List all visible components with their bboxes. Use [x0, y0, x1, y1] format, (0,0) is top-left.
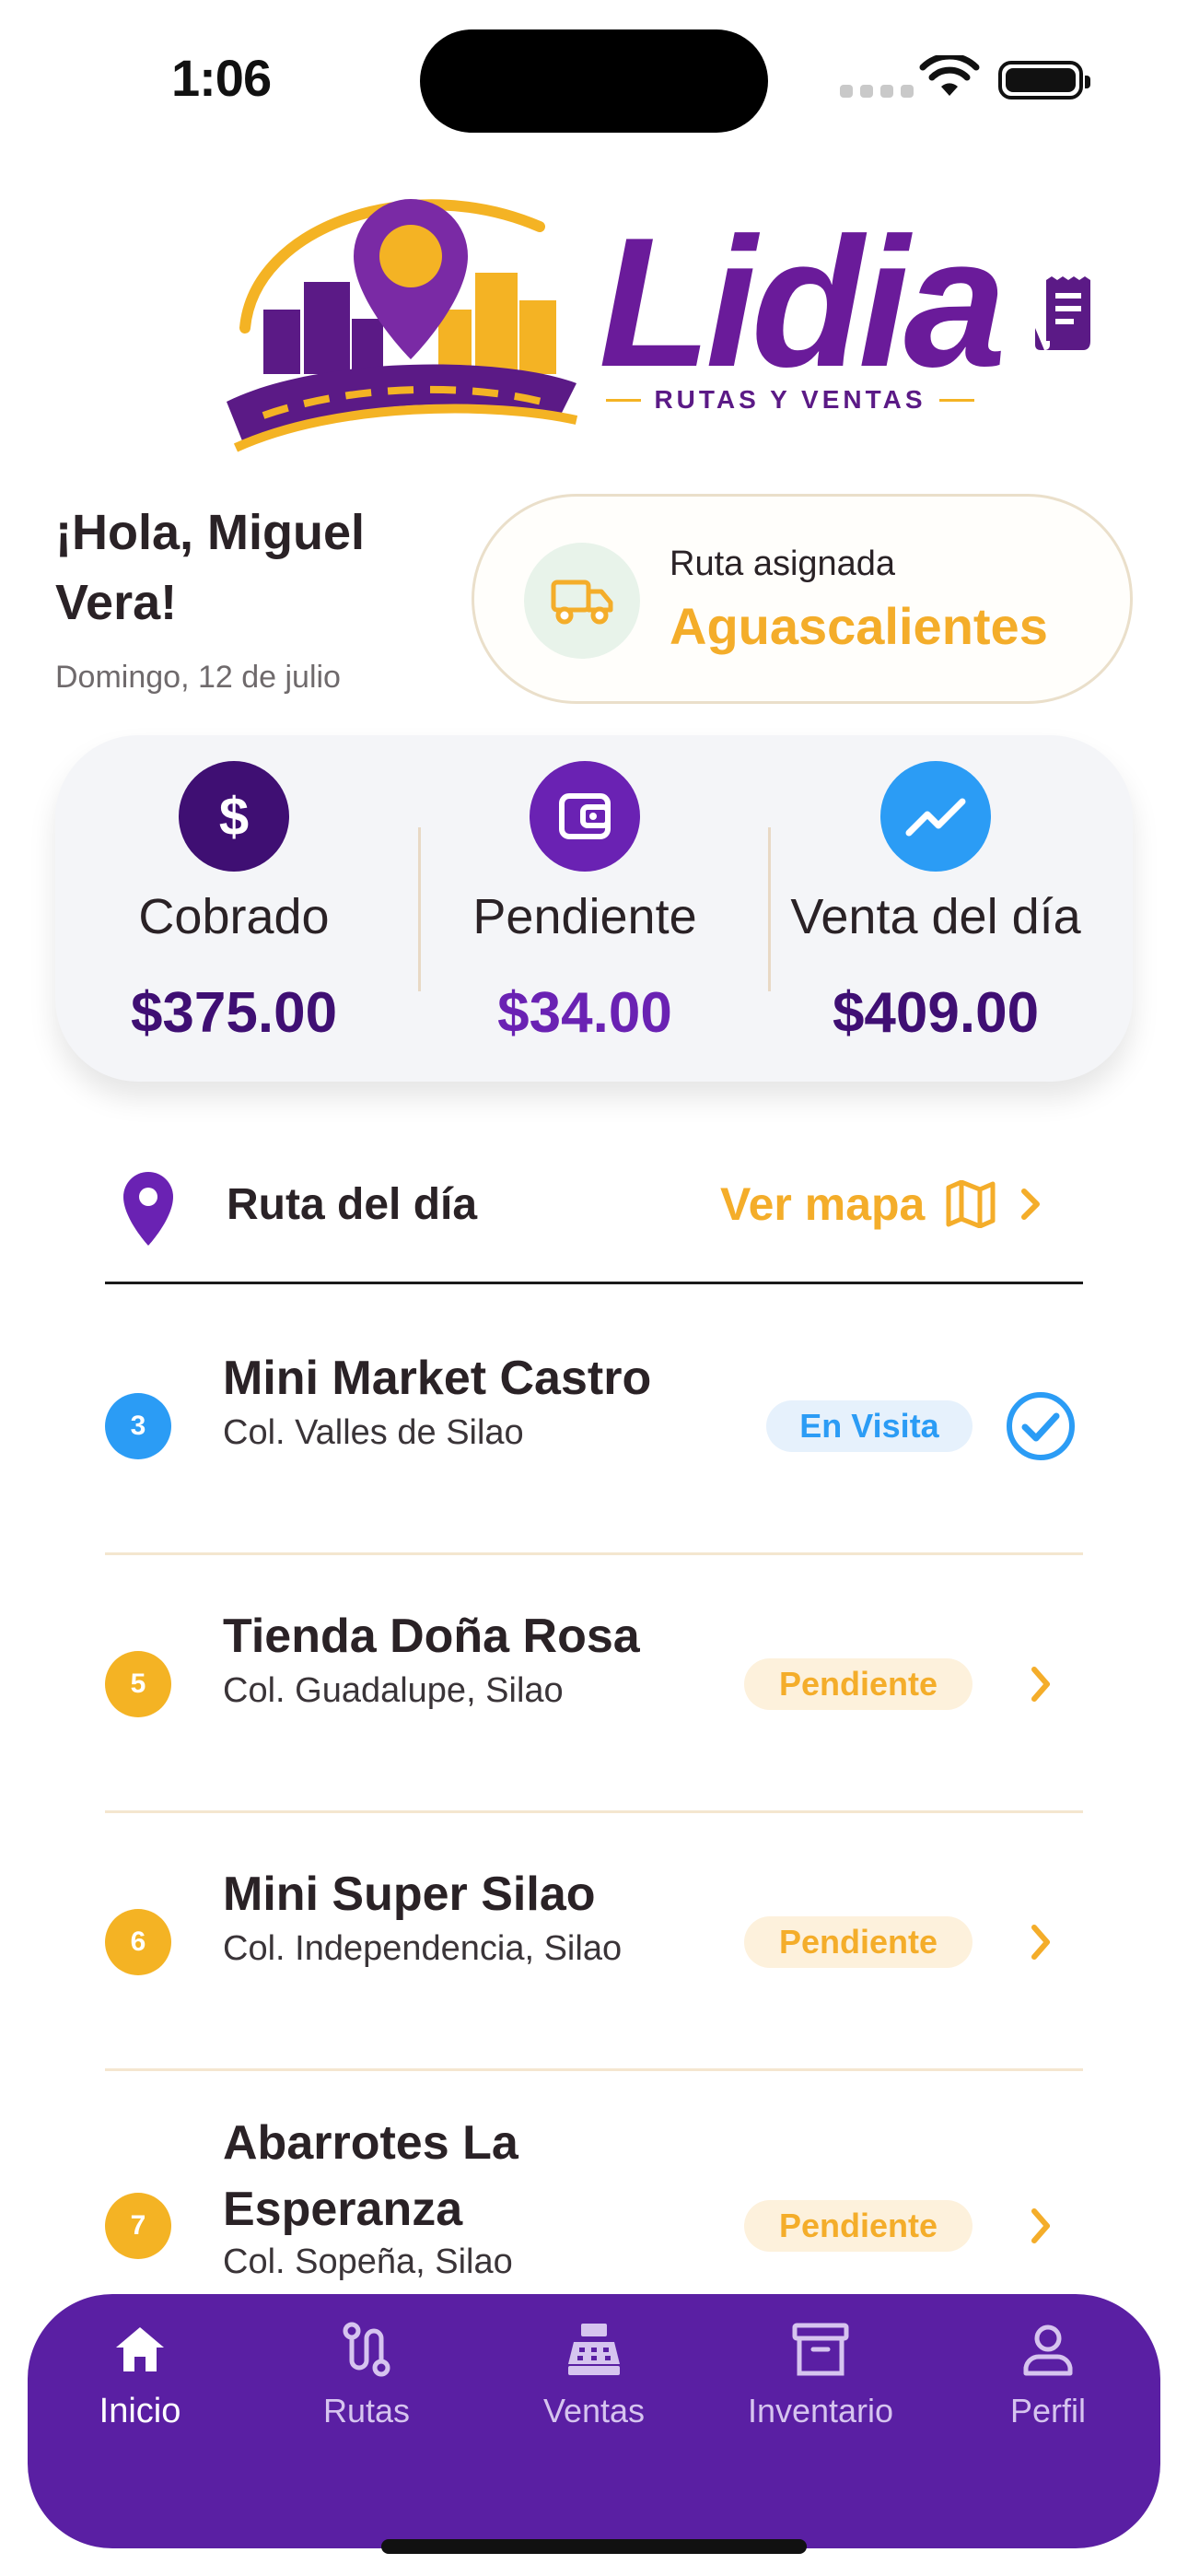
logo-wordmark: Lidia: [599, 200, 1007, 405]
logo-subtitle: RUTAS Y VENTAS: [654, 385, 926, 414]
route-truck-badge: [524, 543, 640, 659]
city-road-logo-icon: [227, 199, 578, 452]
nav-label: Inventario: [747, 2392, 894, 2430]
stop-list-item[interactable]: 6 Mini Super Silao Col. Independencia, S…: [105, 1813, 1083, 2071]
nav-label: Rutas: [322, 2392, 411, 2430]
nav-item-perfil[interactable]: Perfil: [956, 2320, 1140, 2504]
route-of-day-title: Ruta del día: [227, 1180, 478, 1229]
chevron-right-icon: [1021, 1188, 1041, 1220]
view-map-link[interactable]: Ver mapa: [720, 1177, 1044, 1231]
home-screen: 1:06 Lidia RUTAS Y VENTAS ¡Hola, Miguel …: [0, 0, 1188, 2576]
check-circle-icon[interactable]: [1004, 1389, 1077, 1463]
stop-list-item[interactable]: 7 Abarrotes La Esperanza Col. Sopeña, Si…: [105, 2071, 1083, 2294]
summary-pendiente: Pendiente $34.00: [410, 735, 760, 1082]
summary-value: $409.00: [832, 981, 1040, 1045]
bottom-navigation: Inicio Rutas Ventas Inventario Perfil: [28, 2294, 1160, 2548]
status-badge: En Visita: [766, 1400, 973, 1452]
summary-venta-dia: Venta del día $409.00: [761, 735, 1111, 1082]
stop-name: Abarrotes La Esperanza: [223, 2116, 518, 2236]
svg-text:$: $: [219, 787, 249, 846]
archive-box-icon: [792, 2323, 849, 2376]
summary-value: $375.00: [130, 981, 338, 1045]
assigned-route-label: Ruta asignada: [670, 544, 896, 583]
dynamic-island: [420, 29, 768, 133]
stop-address: Col. Sopeña, Silao: [223, 2242, 513, 2281]
summary-value: $34.00: [497, 981, 672, 1045]
chevron-right-icon[interactable]: [1004, 1905, 1077, 1979]
nav-item-inicio[interactable]: Inicio: [48, 2320, 232, 2504]
route-icon: [343, 2322, 390, 2377]
truck-icon: [551, 580, 613, 625]
stop-address: Col. Guadalupe, Silao: [223, 1671, 564, 1710]
status-time: 1:06: [171, 49, 272, 107]
summary-label: Venta del día: [790, 889, 1081, 944]
stop-name: Mini Super Silao: [223, 1868, 596, 1921]
wallet-icon: [530, 761, 640, 872]
user-icon: [1023, 2324, 1073, 2376]
stop-number-badge: 3: [105, 1393, 171, 1459]
summary-label: Cobrado: [138, 889, 330, 944]
daily-summary-card: $ Cobrado $375.00 Pendiente $34.00 Venta…: [55, 735, 1133, 1082]
stop-list-item[interactable]: 3 Mini Market Castro Col. Valles de Sila…: [105, 1297, 1083, 1555]
stop-address: Col. Independencia, Silao: [223, 1929, 623, 1968]
app-logo: Lidia RUTAS Y VENTAS: [227, 171, 1007, 457]
stop-number-badge: 5: [105, 1651, 171, 1717]
chevron-right-icon[interactable]: [1004, 1647, 1077, 1721]
status-badge: Pendiente: [744, 1916, 973, 1968]
nav-label: Inicio: [99, 2392, 181, 2430]
logo-subtitle-row: RUTAS Y VENTAS: [606, 385, 974, 415]
cash-register-icon: [568, 2324, 620, 2375]
stop-number-badge: 7: [105, 2193, 171, 2259]
view-map-label: Ver mapa: [720, 1178, 926, 1230]
nav-label: Ventas: [542, 2392, 646, 2430]
section-divider: [105, 1282, 1083, 1284]
stop-name: Mini Market Castro: [223, 1352, 652, 1405]
greeting-text: ¡Hola, Miguel Vera!: [55, 505, 365, 630]
status-badge: Pendiente: [744, 1658, 973, 1710]
battery-icon: [998, 61, 1090, 100]
home-icon: [116, 2327, 164, 2371]
dollar-icon: $: [179, 761, 289, 872]
summary-label: Pendiente: [472, 889, 697, 944]
receipt-icon[interactable]: [1033, 276, 1100, 352]
stop-name: Tienda Doña Rosa: [223, 1610, 640, 1663]
chevron-right-icon[interactable]: [1004, 2189, 1077, 2263]
stop-number-badge: 6: [105, 1909, 171, 1975]
status-badge: Pendiente: [744, 2200, 973, 2252]
nav-item-rutas[interactable]: Rutas: [274, 2320, 459, 2504]
home-indicator[interactable]: [381, 2539, 807, 2554]
assigned-route-city: Aguascalientes: [670, 597, 1048, 655]
map-icon: [946, 1180, 996, 1228]
nav-label: Perfil: [1009, 2392, 1087, 2430]
cellular-signal-icon: [840, 85, 914, 98]
stop-list-item[interactable]: 5 Tienda Doña Rosa Col. Guadalupe, Silao…: [105, 1555, 1083, 1813]
wifi-icon: [919, 55, 980, 96]
nav-item-inventario[interactable]: Inventario: [728, 2320, 913, 2504]
location-pin-icon: [123, 1172, 173, 1246]
trend-up-icon: [880, 761, 991, 872]
assigned-route-card[interactable]: Ruta asignada Aguascalientes: [472, 494, 1133, 704]
summary-cobrado: $ Cobrado $375.00: [59, 735, 409, 1082]
stop-address: Col. Valles de Silao: [223, 1413, 524, 1452]
current-date: Domingo, 12 de julio: [55, 660, 341, 695]
nav-item-ventas[interactable]: Ventas: [502, 2320, 686, 2504]
